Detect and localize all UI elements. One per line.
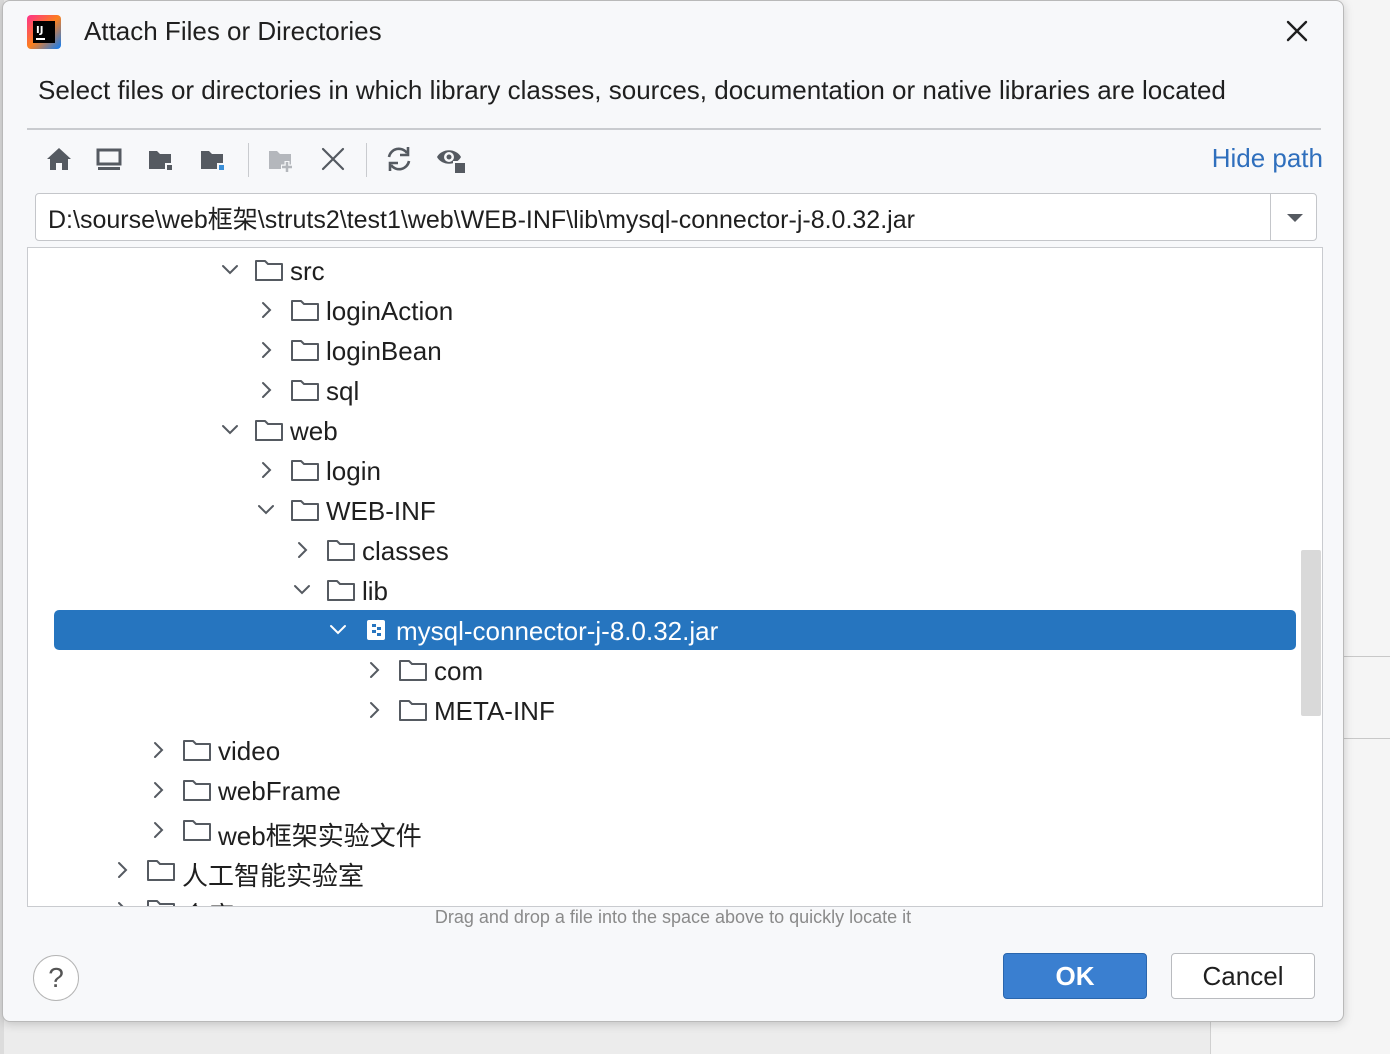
tree-node-label: WEB-INF [326,496,436,526]
chevron-right-icon[interactable] [290,538,314,562]
folder-icon [147,860,175,881]
chevron-down-icon[interactable] [218,258,242,282]
home-icon[interactable] [41,141,77,177]
cancel-button[interactable]: Cancel [1171,953,1315,999]
delete-icon[interactable] [315,141,351,177]
desktop-icon[interactable] [91,141,127,177]
tree-node[interactable]: 会度 [28,890,1322,907]
hide-path-link[interactable]: Hide path [1212,143,1323,174]
tree-node-label: webFrame [218,776,341,806]
chevron-down-icon[interactable] [218,418,242,442]
chevron-right-icon[interactable] [146,818,170,842]
folder-icon [255,420,283,441]
folder-icon [291,380,319,401]
tree-node[interactable]: web [28,410,1322,450]
jar-archive-icon [367,620,385,640]
chevron-down-icon[interactable] [254,498,278,522]
tree-node[interactable]: lib [28,570,1322,610]
tree-node-label: classes [362,536,449,566]
tree-node[interactable]: login [28,450,1322,490]
close-icon[interactable] [1279,13,1315,49]
tree-node-label: src [290,256,325,286]
svg-text:IJ: IJ [36,25,43,36]
chevron-right-icon[interactable] [362,698,386,722]
module-folder-icon[interactable] [195,141,231,177]
chevron-right-icon[interactable] [254,338,278,362]
folder-icon [291,500,319,521]
chevron-down-icon[interactable] [1280,202,1310,232]
project-folder-icon[interactable] [143,141,179,177]
toolbar-separator [248,143,249,177]
tree-node-label: web [290,416,338,446]
tree-node[interactable]: web框架实验文件 [28,810,1322,851]
folder-icon [147,900,175,906]
title-bar[interactable]: IJ Attach Files or Directories [3,1,1343,63]
help-button[interactable]: ? [33,955,79,1001]
chevron-right-icon[interactable] [254,458,278,482]
background-divider [1340,656,1390,657]
chevron-right-icon[interactable] [254,378,278,402]
tree-node[interactable]: sql [28,370,1322,410]
tree-node[interactable]: src [28,250,1322,290]
separator [27,128,1321,130]
folder-icon [291,300,319,321]
tree-node[interactable]: META-INF [28,690,1322,730]
folder-icon [183,820,211,841]
tree-node[interactable]: 人工智能实验室 [28,850,1322,891]
tree-node-label: 人工智能实验室 [182,861,365,891]
chevron-right-icon[interactable] [362,658,386,682]
chevron-right-icon[interactable] [110,898,134,907]
tree-node-label: 会度 [182,896,234,906]
tree-node-label: com [434,656,484,686]
file-chooser-toolbar: Hide path [27,137,1323,183]
folder-icon [183,780,211,801]
tree-node-label: video [218,736,281,766]
folder-icon [399,700,427,721]
intellij-app-icon: IJ [27,15,61,49]
tree-node[interactable]: WEB-INF [28,490,1322,530]
chevron-down-icon[interactable] [290,578,314,602]
drag-drop-hint: Drag and drop a file into the space abov… [434,907,912,927]
chevron-right-icon[interactable] [146,738,170,762]
chevron-right-icon[interactable] [110,858,134,882]
folder-icon [291,340,319,361]
tree-node[interactable]: mysql-connector-j-8.0.32.jar [28,610,1322,650]
chevron-right-icon[interactable] [146,778,170,802]
folder-icon [399,660,427,681]
tree-node[interactable]: loginBean [28,330,1322,370]
folder-icon [183,740,211,761]
folder-icon [255,260,283,281]
tree-node-label: sql [326,376,360,406]
chevron-down-icon[interactable] [326,618,350,642]
tree-node-label: META-INF [434,696,555,726]
path-combobox[interactable] [35,193,1317,241]
dialog-title: Attach Files or Directories [84,16,382,46]
folder-icon [327,540,355,561]
tree-node[interactable]: video [28,730,1322,770]
tree-node-label: mysql-connector-j-8.0.32.jar [396,616,719,646]
ok-button[interactable]: OK [1003,953,1147,999]
show-hidden-icon[interactable] [433,141,469,177]
combo-divider [1270,194,1271,240]
tree-node-label: loginBean [326,336,442,366]
tree-node-label: lib [362,576,389,606]
toolbar-separator [366,143,367,177]
new-folder-icon[interactable] [263,141,299,177]
tree-node[interactable]: classes [28,530,1322,570]
refresh-icon[interactable] [381,141,417,177]
tree-node[interactable]: com [28,650,1322,690]
dialog-description: Select files or directories in which lib… [38,75,1226,105]
background-divider [1340,738,1390,739]
tree-node[interactable]: webFrame [28,770,1322,810]
tree-node[interactable]: loginAction [28,290,1322,330]
folder-icon [291,460,319,481]
folder-icon [327,580,355,601]
tree-node-label: web框架实验文件 [218,821,422,851]
path-input[interactable] [46,199,1270,237]
chevron-right-icon[interactable] [254,298,278,322]
attach-files-dialog: IJ Attach Files or Directories Select fi… [2,0,1344,1022]
tree-node-label: loginAction [326,296,454,326]
file-tree[interactable]: src loginAction loginBean sql web login WEB-IN… [27,247,1323,907]
tree-node-label: login [326,456,381,486]
